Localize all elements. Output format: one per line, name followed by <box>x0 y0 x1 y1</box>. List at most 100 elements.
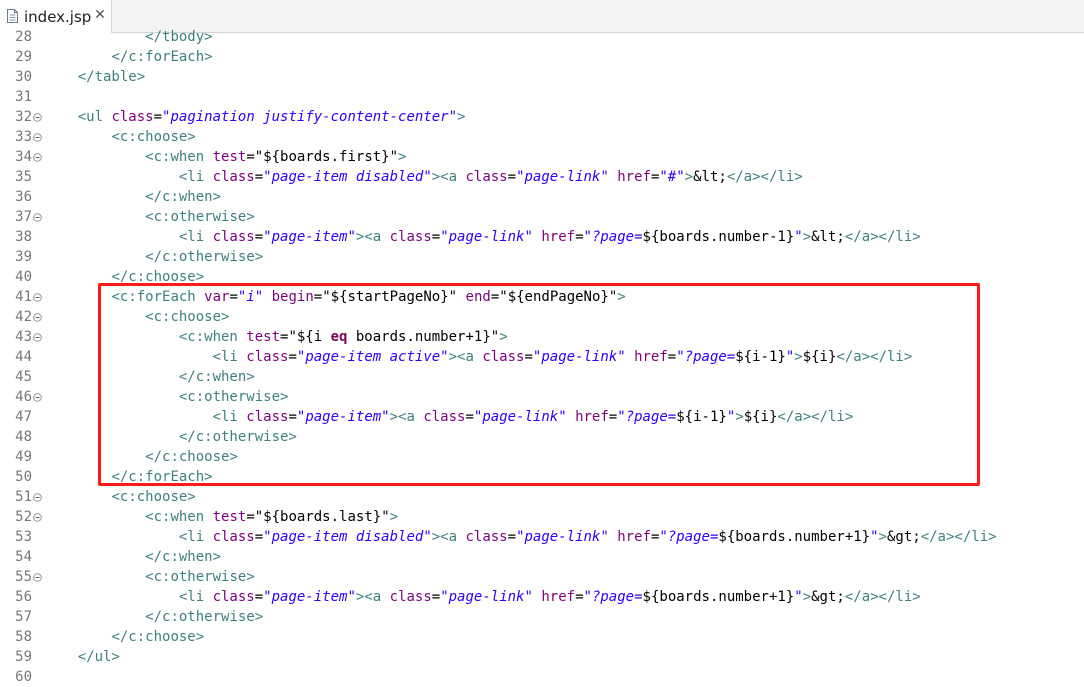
line-number: 28 <box>15 29 32 45</box>
code-line[interactable]: 30 </table> <box>0 67 1084 87</box>
code-token: " <box>389 149 399 165</box>
code-token: c:forEach <box>128 49 205 65</box>
code-token: " <box>794 589 803 605</box>
code-token: = <box>431 589 441 605</box>
fold-minus-icon[interactable] <box>33 113 42 122</box>
code-line[interactable]: 32 <ul class="pagination justify-content… <box>0 107 1084 127</box>
code-token: <li <box>178 229 213 245</box>
line-number: 43 <box>15 329 32 345</box>
code-token: </a></li> <box>726 169 803 185</box>
code-token: </ <box>145 29 163 45</box>
code-line[interactable]: 36 </c:when> <box>0 187 1084 207</box>
fold-minus-icon[interactable] <box>33 313 42 322</box>
code-line[interactable]: 51 <c:choose> <box>0 487 1084 507</box>
code-text: </tbody> <box>44 27 213 47</box>
code-token: <c:choose> <box>111 129 196 145</box>
code-line[interactable]: 29 </c:forEach> <box>0 47 1084 67</box>
code-token: = <box>254 169 264 185</box>
code-text: <c:otherwise> <box>44 567 255 587</box>
fold-minus-icon[interactable] <box>33 493 42 502</box>
code-line[interactable]: 57 </c:otherwise> <box>0 607 1084 627</box>
fold-minus-icon[interactable] <box>33 153 42 162</box>
code-token: > <box>136 69 146 85</box>
code-text: <c:otherwise> <box>44 207 255 227</box>
code-token: > <box>878 529 887 545</box>
code-token: </c:otherwise> <box>145 249 264 265</box>
line-number: 33 <box>15 129 32 145</box>
code-line[interactable]: 59 </ul> <box>0 647 1084 667</box>
code-line[interactable]: 33 <c:choose> <box>0 127 1084 147</box>
line-number: 57 <box>15 609 32 625</box>
code-text: </c:when> <box>44 187 221 207</box>
line-number: 59 <box>15 649 32 665</box>
code-line[interactable]: 60 <box>0 667 1084 687</box>
code-token: ${boards.last} <box>263 509 382 525</box>
code-line[interactable]: 38 <li class="page-item"><a class="page-… <box>0 227 1084 247</box>
code-token: <c:when <box>145 149 213 165</box>
code-token: class <box>212 529 255 545</box>
code-token: " <box>794 229 803 245</box>
code-line[interactable]: 56 <li class="page-item"><a class="page-… <box>0 587 1084 607</box>
code-token: ><a <box>355 589 390 605</box>
fold-minus-icon[interactable] <box>33 573 42 582</box>
line-number: 29 <box>15 49 32 65</box>
fold-minus-icon[interactable] <box>33 293 42 302</box>
code-text: <c:when test="${boards.last}"> <box>44 507 398 527</box>
line-number: 41 <box>15 289 32 305</box>
line-number: 32 <box>15 109 32 125</box>
code-text: <c:choose> <box>44 487 195 507</box>
code-token: </ <box>77 69 95 85</box>
code-text: </c:choose> <box>44 627 204 647</box>
code-token: href <box>541 229 576 245</box>
code-line[interactable]: 54 </c:when> <box>0 547 1084 567</box>
code-token: </ <box>111 49 129 65</box>
code-line[interactable]: 55 <c:otherwise> <box>0 567 1084 587</box>
code-token: ><a <box>431 529 466 545</box>
code-token: <li <box>178 529 213 545</box>
code-token: href <box>541 589 576 605</box>
code-token: class <box>465 169 508 185</box>
line-number: 31 <box>15 89 32 105</box>
code-token: class <box>465 529 508 545</box>
line-number: 46 <box>15 389 32 405</box>
code-token: = <box>575 229 584 245</box>
line-number: 44 <box>15 349 32 365</box>
code-token: <li <box>178 589 213 605</box>
line-number: 53 <box>15 529 32 545</box>
close-icon[interactable]: ✕ <box>92 6 108 24</box>
fold-minus-icon[interactable] <box>33 513 42 522</box>
code-token: > <box>204 29 213 45</box>
tab-title: index.jsp <box>24 8 92 26</box>
code-token: "page-item" <box>263 229 356 245</box>
code-line[interactable]: 52 <c:when test="${boards.last}"> <box>0 507 1084 527</box>
code-token: <c:otherwise> <box>145 209 255 225</box>
line-number: 47 <box>15 409 32 425</box>
code-text: <li class="page-item"><a class="page-lin… <box>44 227 921 247</box>
fold-minus-icon[interactable] <box>33 213 42 222</box>
fold-minus-icon[interactable] <box>33 393 42 402</box>
code-line[interactable]: 39 </c:otherwise> <box>0 247 1084 267</box>
line-number: 48 <box>15 429 32 445</box>
code-line[interactable]: 28 </tbody> <box>0 27 1084 47</box>
code-text: </c:otherwise> <box>44 247 263 267</box>
code-line[interactable]: 35 <li class="page-item disabled"><a cla… <box>0 167 1084 187</box>
code-token: </c:otherwise> <box>145 609 264 625</box>
fold-minus-icon[interactable] <box>33 133 42 142</box>
line-number: 42 <box>15 309 32 325</box>
code-line[interactable]: 34 <c:when test="${boards.first}"> <box>0 147 1084 167</box>
code-token: &gt; <box>886 529 921 545</box>
code-text: <li class="page-item disabled"><a class=… <box>44 167 803 187</box>
fold-minus-icon[interactable] <box>33 333 42 342</box>
code-token: ${boards.number-1} <box>642 229 795 245</box>
line-number: 58 <box>15 629 32 645</box>
code-line[interactable]: 37 <c:otherwise> <box>0 207 1084 227</box>
code-editor[interactable]: 28 </tbody> 29 </c:forEach> 30 </table> 31 3… <box>0 29 1084 685</box>
code-token: class <box>389 229 432 245</box>
code-line[interactable]: 53 <li class="page-item disabled"><a cla… <box>0 527 1084 547</box>
code-line[interactable]: 58 </c:choose> <box>0 627 1084 647</box>
line-number: 45 <box>15 369 32 385</box>
code-token: class <box>111 109 154 125</box>
code-text: <c:choose> <box>44 127 196 147</box>
code-token: > <box>802 229 812 245</box>
code-line[interactable]: 31 <box>0 87 1084 107</box>
